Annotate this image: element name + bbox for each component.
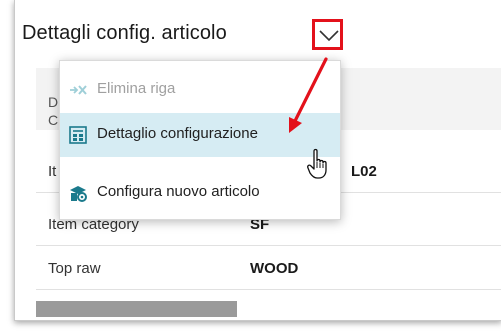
horizontal-scrollbar[interactable] (36, 301, 237, 317)
menu-item-configure-new-item[interactable]: Configura nuovo articolo (60, 171, 340, 215)
menu-item-delete-row[interactable]: Elimina riga (60, 68, 340, 112)
annotation-highlight-box (312, 19, 343, 50)
hand-cursor-icon (307, 148, 327, 179)
row-label: It (48, 163, 57, 180)
list-header-text-1: D (48, 94, 59, 110)
menu-item-label: Configura nuovo articolo (97, 183, 260, 200)
list-header-text-2: C (48, 112, 59, 128)
actions-dropdown-menu: Elimina riga Dettaglio configurazione Co… (59, 60, 341, 220)
menu-item-label: Dettaglio configurazione (97, 125, 258, 142)
row-value: L02 (351, 163, 377, 180)
menu-item-label: Elimina riga (97, 80, 176, 97)
row-label: Top raw (48, 260, 101, 277)
delete-row-icon (70, 85, 87, 95)
menu-item-configuration-detail[interactable]: Dettaglio configurazione (60, 113, 340, 157)
table-row[interactable]: Top raw WOOD (36, 248, 501, 290)
panel-title: Dettagli config. articolo (22, 22, 227, 44)
row-value: WOOD (250, 260, 299, 277)
configuration-detail-icon (69, 126, 87, 144)
configure-new-item-icon (70, 186, 87, 202)
